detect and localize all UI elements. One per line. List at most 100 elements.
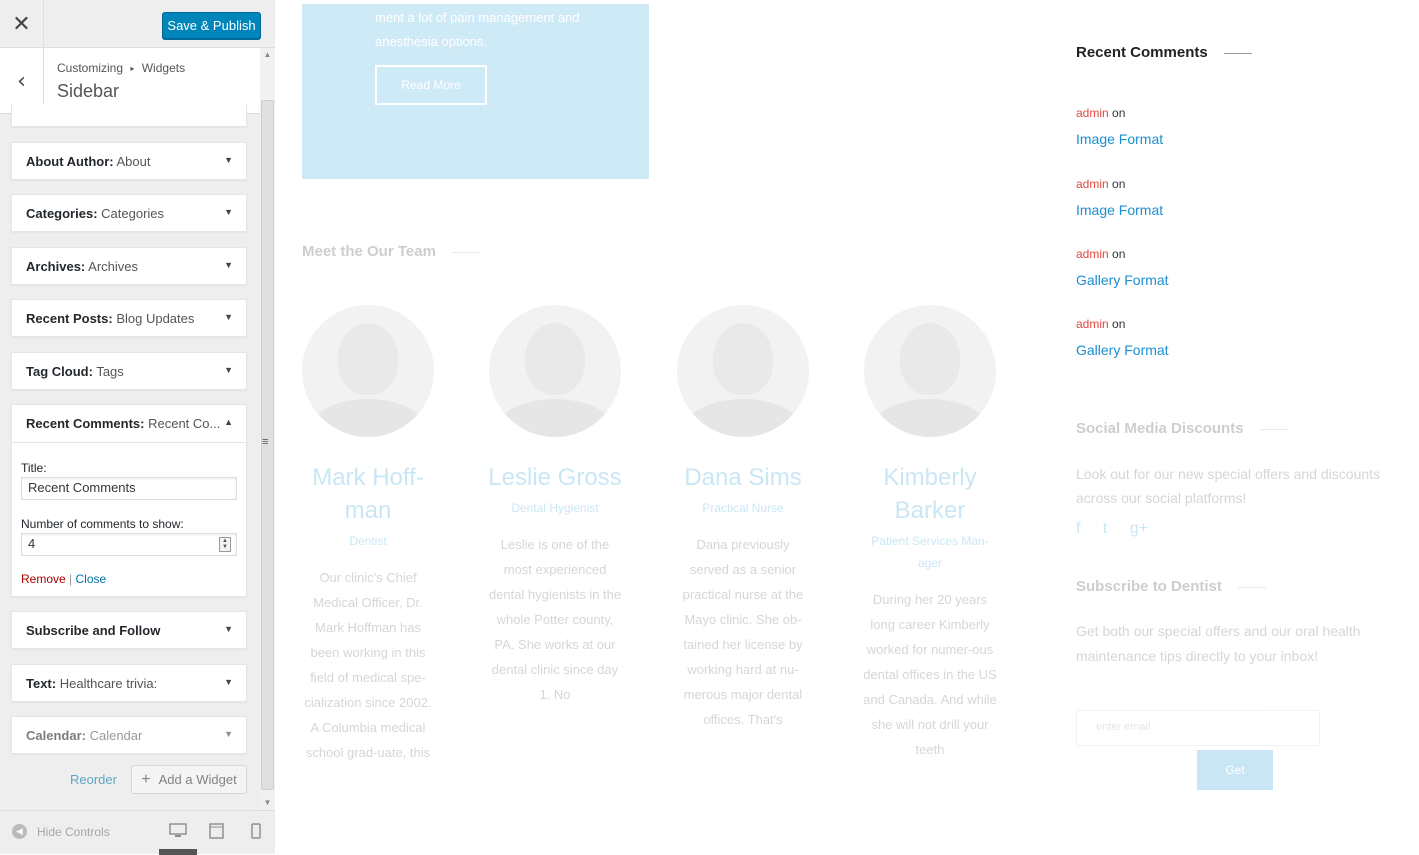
spinner-arrows-icon[interactable]: ▲ ▼ bbox=[219, 537, 231, 552]
hide-controls-button[interactable]: ◀ Hide Controls bbox=[12, 824, 110, 839]
caret-down-icon: ▼ bbox=[224, 624, 233, 634]
comment-on: on bbox=[1112, 177, 1126, 191]
avatar bbox=[302, 305, 434, 437]
add-widget-button[interactable]: + Add a Widget bbox=[131, 765, 247, 794]
add-widget-label: Add a Widget bbox=[158, 772, 237, 787]
service-card: ment a lot of pain management and anesth… bbox=[302, 4, 649, 179]
caret-up-icon: ▲ bbox=[224, 417, 233, 427]
count-stepper[interactable]: 4 ▲ ▼ bbox=[21, 533, 237, 556]
tablet-preview-icon[interactable] bbox=[208, 823, 226, 839]
comment-author[interactable]: admin bbox=[1076, 317, 1109, 331]
save-publish-button[interactable]: Save & Publish bbox=[162, 12, 261, 39]
comment-post-link[interactable]: Gallery Format bbox=[1076, 342, 1169, 358]
widget-title: Categories bbox=[101, 206, 165, 221]
widget-type: Calendar: bbox=[26, 728, 86, 743]
widget-partial bbox=[11, 104, 247, 127]
scroll-up-icon[interactable]: ▲ bbox=[260, 50, 275, 60]
comment-author[interactable]: admin bbox=[1076, 106, 1109, 120]
title-field-label: Title: bbox=[21, 461, 47, 475]
facebook-icon[interactable]: f bbox=[1076, 520, 1080, 537]
widget-type: Text: bbox=[26, 676, 57, 691]
subscribe-title: Subscribe to Dentist bbox=[1076, 578, 1266, 595]
comment-post-link[interactable]: Image Format bbox=[1076, 131, 1163, 147]
member-role: Practical Nurse bbox=[702, 501, 784, 515]
heading-underline bbox=[451, 251, 480, 253]
comment-author[interactable]: admin bbox=[1076, 247, 1109, 261]
title-field[interactable]: Recent Comments bbox=[21, 477, 237, 500]
comment-item: admin on Gallery Format bbox=[1076, 247, 1169, 288]
social-icons: f t g+ bbox=[1076, 520, 1166, 538]
customizer-panel: ✕ Save & Publish ‹ Customizing ▸ Widgets… bbox=[0, 0, 275, 855]
close-customizer-button[interactable]: ✕ bbox=[0, 0, 44, 48]
scrollbar[interactable]: ▲ ▼ bbox=[260, 48, 275, 810]
member-name[interactable]: Dana Sims bbox=[676, 461, 810, 494]
member-role: Patient Services Man-ager bbox=[871, 534, 989, 570]
recent-comments-title: Recent Comments bbox=[1076, 44, 1252, 61]
twitter-icon[interactable]: t bbox=[1103, 520, 1107, 537]
caret-down-icon: ▼ bbox=[224, 312, 233, 322]
mobile-preview-icon[interactable] bbox=[247, 823, 265, 839]
google-plus-icon[interactable]: g+ bbox=[1130, 520, 1148, 537]
email-field[interactable]: enter email bbox=[1076, 710, 1320, 746]
widget-title: Tags bbox=[96, 364, 124, 379]
remove-widget-link[interactable]: Remove bbox=[21, 572, 66, 586]
comment-on: on bbox=[1112, 317, 1126, 331]
widget-title: Archives bbox=[88, 259, 139, 274]
widget-calendar[interactable]: Calendar: Calendar ▼ bbox=[11, 716, 247, 754]
comment-on: on bbox=[1112, 106, 1126, 120]
member-name[interactable]: Kimberly Barker bbox=[863, 461, 997, 527]
close-widget-link[interactable]: Close bbox=[76, 572, 107, 586]
widget-title: Recent Co... bbox=[148, 416, 221, 431]
scroll-down-icon[interactable]: ▼ bbox=[260, 798, 275, 808]
get-button[interactable]: Get bbox=[1197, 750, 1273, 790]
team-heading-text: Meet the Our Team bbox=[302, 243, 436, 260]
comment-on: on bbox=[1112, 247, 1126, 261]
resize-handle-icon[interactable]: ≡ bbox=[262, 436, 268, 448]
comment-post-link[interactable]: Gallery Format bbox=[1076, 272, 1169, 288]
team-member: Leslie Gross Dental Hygienist Leslie is … bbox=[488, 305, 622, 707]
collapse-arrow-icon: ◀ bbox=[12, 824, 27, 839]
breadcrumb-separator-icon: ▸ bbox=[130, 64, 135, 73]
comment-item: admin on Image Format bbox=[1076, 177, 1163, 218]
comment-item: admin on Image Format bbox=[1076, 106, 1163, 147]
widget-about-author[interactable]: About Author: About ▼ bbox=[11, 142, 247, 180]
actions-divider: | bbox=[69, 572, 73, 586]
desktop-preview-icon[interactable] bbox=[169, 823, 187, 839]
count-value: 4 bbox=[28, 536, 36, 551]
team-member: Mark Hoff-man Dentist Our clinic's Chief… bbox=[301, 305, 435, 765]
widget-title: About bbox=[116, 154, 151, 169]
breadcrumb-current: Widgets bbox=[141, 61, 186, 75]
comment-author[interactable]: admin bbox=[1076, 177, 1109, 191]
member-bio: During her 20 years long career Kimberly… bbox=[863, 592, 997, 757]
widget-recent-posts[interactable]: Recent Posts: Blog Updates ▼ bbox=[11, 299, 247, 337]
widget-text[interactable]: Text: Healthcare trivia: ▼ bbox=[11, 664, 247, 702]
widget-recent-comments-header[interactable]: Recent Comments: Recent Co... ▲ bbox=[12, 405, 246, 443]
widget-recent-comments: Recent Comments: Recent Co... ▲ Title: R… bbox=[11, 404, 247, 597]
customizer-header: ✕ Save & Publish bbox=[0, 0, 275, 48]
widget-categories[interactable]: Categories: Categories ▼ bbox=[11, 194, 247, 232]
caret-down-icon: ▼ bbox=[224, 729, 233, 739]
caret-down-icon: ▼ bbox=[224, 365, 233, 375]
member-bio: Our clinic's Chief Medical Officer, Dr. … bbox=[304, 570, 432, 760]
comment-post-link[interactable]: Image Format bbox=[1076, 202, 1163, 218]
member-name[interactable]: Mark Hoff-man bbox=[301, 461, 435, 527]
widget-type: Archives: bbox=[26, 259, 86, 274]
service-card-text: ment a lot of pain management and anesth… bbox=[375, 10, 580, 49]
read-more-button[interactable]: Read More bbox=[375, 65, 487, 105]
site-preview: ment a lot of pain management and anesth… bbox=[276, 0, 1419, 854]
widget-type: Subscribe and Follow bbox=[26, 623, 161, 638]
reorder-link[interactable]: Reorder bbox=[70, 772, 117, 787]
chevron-left-icon: ‹ bbox=[17, 68, 26, 94]
subscribe-title-text: Subscribe to Dentist bbox=[1076, 578, 1222, 595]
widget-tag-cloud[interactable]: Tag Cloud: Tags ▼ bbox=[11, 352, 247, 390]
avatar bbox=[489, 305, 621, 437]
member-name[interactable]: Leslie Gross bbox=[488, 461, 622, 494]
customizer-footer: ◀ Hide Controls bbox=[0, 810, 275, 855]
section-title: Sidebar bbox=[57, 81, 120, 101]
widget-archives[interactable]: Archives: Archives ▼ bbox=[11, 247, 247, 285]
comment-item: admin on Gallery Format bbox=[1076, 317, 1169, 358]
widget-type: Categories: bbox=[26, 206, 98, 221]
avatar bbox=[677, 305, 809, 437]
widget-subscribe-follow[interactable]: Subscribe and Follow ▼ bbox=[11, 611, 247, 649]
hide-controls-label: Hide Controls bbox=[37, 824, 110, 839]
